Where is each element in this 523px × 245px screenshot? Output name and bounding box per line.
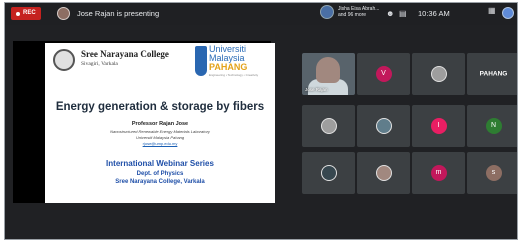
meet-window: REC Jose Rajan is presenting Jisha Eisa … xyxy=(4,2,518,240)
participant-tile[interactable] xyxy=(357,105,410,147)
participants-chip[interactable]: Jisha Eisa Abrah... and 96 more xyxy=(320,5,379,19)
department: Dept. of Physics xyxy=(136,171,184,177)
people-icon[interactable]: ☻ xyxy=(386,9,394,19)
tile-name-label: Jose Rajan xyxy=(305,87,328,92)
college-name: Sree Narayana College xyxy=(81,49,169,59)
university-shield-icon xyxy=(195,46,207,76)
college-place: Sivagiri, Varkala xyxy=(81,61,118,67)
participant-initial-avatar: s xyxy=(485,165,502,181)
bottom-bar xyxy=(5,208,517,239)
chat-icon[interactable]: ▤ xyxy=(399,9,407,19)
college-footer: Sree Narayana College, Varkala xyxy=(115,179,205,185)
university-logo: Universiti Malaysia PAHANG xyxy=(209,45,247,72)
presenter-avatar xyxy=(57,7,70,20)
presenting-status: Jose Rajan is presenting xyxy=(77,9,160,18)
university-tagline: Engineering • Technology • Creativity xyxy=(209,73,259,77)
participant-tile[interactable]: m xyxy=(412,152,465,194)
participant-initial-avatar: V xyxy=(375,66,392,82)
participant-initial-avatar: N xyxy=(485,118,502,134)
participant-logo-avatar: PAHANG xyxy=(479,70,508,78)
participant-photo-avatar xyxy=(320,118,337,134)
participant-tile[interactable]: I xyxy=(412,105,465,147)
participant-photo-avatar xyxy=(320,165,337,181)
recording-label: REC xyxy=(23,10,36,16)
university-logo-line3: PAHANG xyxy=(209,62,248,72)
participant-initial-avatar: m xyxy=(430,165,447,181)
recording-badge: REC xyxy=(11,7,41,20)
participant-initial-avatar: I xyxy=(430,118,447,134)
participant-tile[interactable]: V xyxy=(357,53,410,95)
participant-tile[interactable]: PAHANG xyxy=(467,53,517,95)
college-emblem-icon xyxy=(53,49,75,71)
slide-title: Energy generation & storage by fibers xyxy=(55,101,265,113)
participant-tile[interactable]: N xyxy=(467,105,517,147)
speaker-university: Universiti Malaysia Pahang xyxy=(135,135,185,140)
participant-photo-avatar xyxy=(375,118,392,134)
participant-tile[interactable] xyxy=(357,152,410,194)
video-person xyxy=(316,57,340,83)
speaker-name: Professor Rajan Jose xyxy=(131,121,189,127)
participant-tile[interactable] xyxy=(412,53,465,95)
top-bar: REC Jose Rajan is presenting Jisha Eisa … xyxy=(5,3,517,25)
participants-summary: Jisha Eisa Abrah... and 96 more xyxy=(338,6,379,18)
user-avatar[interactable] xyxy=(502,7,514,19)
speaker-email: rjose@ump.edu.my xyxy=(142,141,178,146)
shared-slide: Sree Narayana College Sivagiri, Varkala … xyxy=(45,43,275,203)
participant-tile-video[interactable]: Jose Rajan xyxy=(302,53,355,95)
participant-photo-avatar xyxy=(375,165,392,181)
webinar-series: International Webinar Series xyxy=(106,159,214,168)
speaker-lab: Nanostructured Renewable Energy Material… xyxy=(110,129,210,134)
record-dot-icon xyxy=(16,11,20,16)
grid-icon[interactable]: ▦ xyxy=(488,6,496,16)
clock: 10:36 AM xyxy=(418,9,450,18)
participant-tile[interactable] xyxy=(302,105,355,147)
participant-avatar xyxy=(320,5,334,19)
participant-photo-avatar xyxy=(430,66,447,82)
participant-tile[interactable] xyxy=(302,152,355,194)
participant-tile[interactable]: s xyxy=(467,152,517,194)
participants-more-count: and 96 more xyxy=(338,12,367,18)
